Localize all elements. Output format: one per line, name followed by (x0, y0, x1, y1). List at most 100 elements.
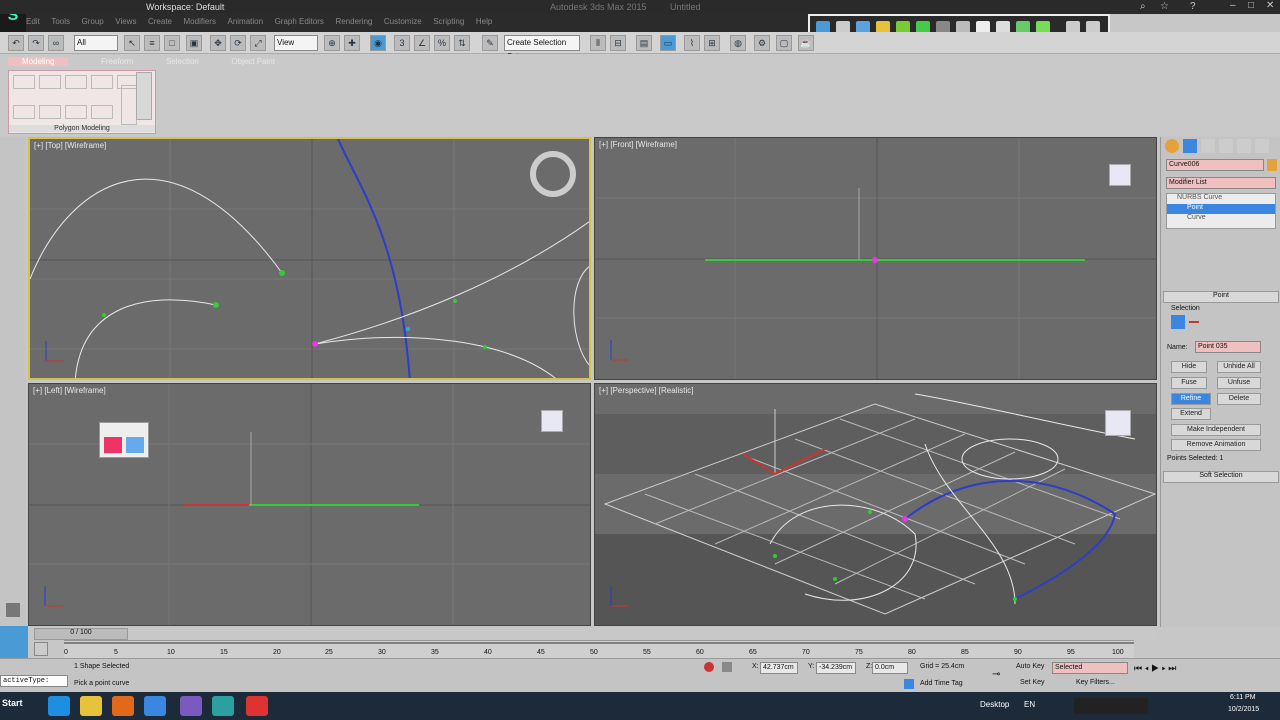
ribbon-side-buttons[interactable] (136, 72, 152, 120)
unfuse-button[interactable]: Unfuse (1217, 377, 1261, 389)
window-crossing-icon[interactable]: ▣ (186, 35, 202, 51)
remove-animation-button[interactable]: Remove Animation (1171, 439, 1261, 451)
menu-create[interactable]: Create (148, 17, 172, 26)
play-icon[interactable] (6, 603, 20, 617)
edit-poly-icon[interactable] (13, 75, 35, 89)
firefox-icon[interactable] (112, 696, 134, 716)
help-icon[interactable]: ? (1190, 1, 1196, 12)
fuse-button[interactable]: Fuse (1171, 377, 1207, 389)
binoculars-icon[interactable]: ⌕ (1140, 1, 1146, 12)
playback-controls[interactable]: ⏮ ◂ ▶ ▸ ⏭ (1134, 663, 1204, 675)
border-icon[interactable] (91, 75, 113, 89)
ribbon-toggle-icon[interactable]: ▭ (660, 35, 676, 51)
object-name-field[interactable]: Curve006 (1166, 159, 1264, 171)
media-icon[interactable] (144, 696, 166, 716)
set-key-button[interactable]: Set Key (1020, 679, 1045, 686)
maxscript-listener[interactable]: activeType: (0, 675, 68, 687)
keyboard-shortcut-icon[interactable]: ◉ (370, 35, 386, 51)
move-icon[interactable]: ✥ (210, 35, 226, 51)
time-slider-handle[interactable]: 0 / 100 (34, 628, 128, 640)
stack-item-nurbs-curve[interactable]: NURBS Curve (1167, 194, 1275, 204)
vertex-icon[interactable] (39, 75, 61, 89)
unhide-all-button[interactable]: Unhide All (1217, 361, 1261, 373)
undo-icon[interactable]: ↶ (8, 35, 24, 51)
track-bar[interactable]: 0 5 10 15 20 25 30 35 40 45 50 55 60 65 … (64, 640, 1134, 658)
link-icon[interactable]: ∞ (48, 35, 64, 51)
mini-toolbar-popup[interactable] (99, 422, 149, 458)
object-color-swatch[interactable] (1267, 159, 1277, 171)
time-slider[interactable]: 0 / 100 (28, 628, 1158, 640)
minimize-icon[interactable]: – (1230, 0, 1236, 11)
angle-snap-icon[interactable]: ∠ (414, 35, 430, 51)
workspace-label[interactable]: Workspace: Default (146, 2, 224, 12)
tab-selection[interactable]: Selection (166, 57, 199, 66)
snap-icon[interactable]: 3 (394, 35, 410, 51)
record-icon[interactable] (246, 696, 268, 716)
make-independent-button[interactable]: Make Independent (1171, 424, 1261, 436)
viewcube-front[interactable] (1109, 164, 1131, 186)
maximize-icon[interactable]: □ (1248, 0, 1254, 11)
named-selection-dropdown[interactable]: Create Selection Set (504, 35, 580, 61)
viewport-perspective-label[interactable]: [+] [Perspective] [Realistic] (599, 386, 693, 395)
pin-stack-icon[interactable] (91, 105, 113, 119)
menu-tools[interactable]: Tools (51, 17, 70, 26)
rollout-point-header[interactable]: Point (1163, 291, 1279, 303)
viewport-left-label[interactable]: [+] [Left] [Wireframe] (33, 386, 106, 395)
menu-customize[interactable]: Customize (384, 17, 422, 26)
viewport-front[interactable]: [+] [Front] [Wireframe] (594, 137, 1157, 380)
menu-scripting[interactable]: Scripting (433, 17, 464, 26)
select-by-name-icon[interactable]: ≡ (144, 35, 160, 51)
viewport-left[interactable]: [+] [Left] [Wireframe] (28, 383, 591, 626)
ie-icon[interactable] (48, 696, 70, 716)
stack-tools[interactable] (1169, 261, 1269, 273)
render-teapot-icon[interactable]: ☕ (798, 35, 814, 51)
edit-named-selection-icon[interactable]: ✎ (482, 35, 498, 51)
align-tool-icon[interactable]: ⊟ (610, 35, 626, 51)
curve-editor-icon[interactable]: ⌇ (684, 35, 700, 51)
point-name-field[interactable]: Point 035 (1195, 341, 1261, 353)
percent-snap-icon[interactable]: % (434, 35, 450, 51)
hierarchy-tab-icon[interactable] (1201, 139, 1215, 153)
viewport-top-label[interactable]: [+] [Top] [Wireframe] (34, 141, 106, 150)
viewcube-perspective[interactable] (1105, 410, 1131, 436)
explorer-icon[interactable] (80, 696, 102, 716)
rendered-frame-icon[interactable]: ▢ (776, 35, 792, 51)
redo-icon[interactable]: ↷ (28, 35, 44, 51)
viewport-navigation[interactable] (1210, 663, 1276, 689)
utilities-tab-icon[interactable] (1255, 139, 1269, 153)
modify-icon[interactable] (65, 105, 87, 119)
element-icon[interactable] (13, 105, 35, 119)
menu-rendering[interactable]: Rendering (335, 17, 372, 26)
soft-selection-rollout[interactable]: Soft Selection (1163, 471, 1279, 483)
collapse-icon[interactable] (39, 105, 61, 119)
tab-object-paint[interactable]: Object Paint (231, 57, 275, 66)
tab-freeform[interactable]: Freeform (101, 57, 133, 66)
language-indicator[interactable]: EN (1024, 700, 1035, 709)
extend-button[interactable]: Extend (1171, 408, 1211, 420)
delete-button[interactable]: Delete (1217, 393, 1261, 405)
layout-icon[interactable] (0, 626, 28, 658)
coord-system-dropdown[interactable]: View (274, 35, 318, 51)
create-tab-icon[interactable] (1165, 139, 1179, 153)
y-coordinate-field[interactable]: -34.239cm (816, 662, 856, 674)
curve-select-icon[interactable] (1189, 321, 1199, 323)
viewport-front-label[interactable]: [+] [Front] [Wireframe] (599, 140, 677, 149)
scale-icon[interactable]: ⤢ (250, 35, 266, 51)
region-icon[interactable]: □ (164, 35, 180, 51)
time-tag-icon[interactable] (904, 679, 914, 689)
desktop-label[interactable]: Desktop (980, 700, 1009, 709)
auto-key-button[interactable]: Auto Key (1016, 663, 1044, 670)
mini-curve-editor-icon[interactable] (34, 642, 48, 656)
start-button[interactable]: Start (2, 698, 23, 708)
utility-icon[interactable] (104, 437, 122, 453)
z-coordinate-field[interactable]: 0.0cm (872, 662, 908, 674)
edge-icon[interactable] (65, 75, 87, 89)
viewport-top[interactable]: [+] [Top] [Wireframe] (28, 137, 591, 380)
clock-date[interactable]: 10/2/2015 (1228, 706, 1259, 713)
select-manipulate-icon[interactable]: ✚ (344, 35, 360, 51)
add-time-tag[interactable]: Add Time Tag (920, 680, 963, 687)
clock-time[interactable]: 6:11 PM (1230, 694, 1256, 701)
lock-icon[interactable] (722, 662, 732, 672)
render-setup-icon[interactable]: ⚙ (754, 35, 770, 51)
show-result-icon[interactable] (121, 85, 137, 125)
